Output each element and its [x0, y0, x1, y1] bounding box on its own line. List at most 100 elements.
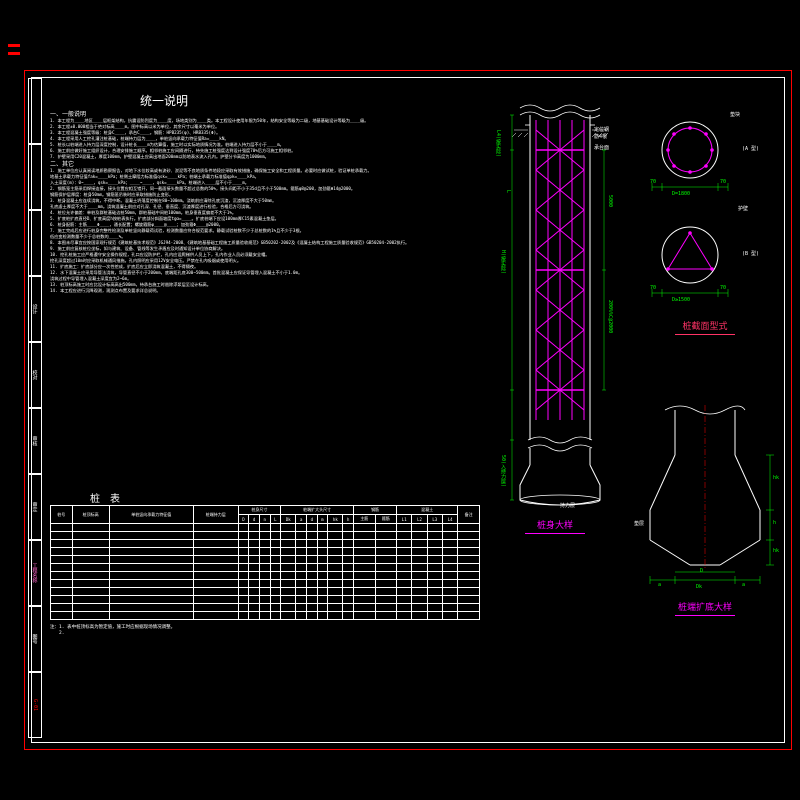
table-cell — [317, 564, 328, 572]
table-cell — [354, 604, 376, 612]
table-cell — [354, 564, 376, 572]
table-cell — [412, 524, 427, 532]
pile-body-underline — [525, 533, 585, 534]
pile-table: 桩号桩顶标高单桩竖向承载力特征值桩端持力层桩身尺寸桩端扩大头尺寸钢筋混凝土备注 … — [50, 505, 480, 620]
dim-hk2: hk — [773, 548, 779, 554]
table-cell — [412, 612, 427, 620]
table-cell — [270, 556, 281, 564]
table-cell — [442, 556, 457, 564]
table-header-top: 桩端扩大头尺寸 — [281, 506, 354, 515]
dim-L: L — [505, 190, 511, 193]
table-cell — [249, 564, 260, 572]
table-cell — [259, 572, 270, 580]
titleblock-cell-0 — [28, 78, 42, 144]
table-cell — [72, 588, 109, 596]
table-cell — [412, 604, 427, 612]
table-cell — [259, 596, 270, 604]
drawing-pile-elevation: L4(按实际) H(按实际) L 50(入持力层) 定位钢筋4根 承台面 500… — [500, 100, 610, 535]
dim-c2b: 70 — [720, 285, 726, 291]
table-cell — [193, 556, 238, 564]
note-line: 14. 本工程应进行沉降观测，观测点布置及要求详总说明。 — [50, 288, 480, 294]
table-header-sub: 箍筋 — [375, 515, 397, 524]
table-cell — [281, 564, 296, 572]
table-cell — [193, 548, 238, 556]
table-cell — [51, 540, 73, 548]
table-header-top: 钢筋 — [354, 506, 397, 515]
titleblock-cell-4: 校对 — [28, 342, 42, 408]
table-cell — [442, 588, 457, 596]
table-cell — [317, 604, 328, 612]
table-cell — [306, 524, 317, 532]
table-cell — [328, 556, 343, 564]
dim-L4: L4(按实际) — [495, 130, 502, 157]
table-cell — [296, 556, 307, 564]
label-tie: 持力层 — [560, 502, 575, 509]
table-cell — [109, 612, 193, 620]
table-cell — [51, 532, 73, 540]
table-cell — [306, 604, 317, 612]
table-cell — [306, 612, 317, 620]
table-cell — [354, 588, 376, 596]
table-cell — [328, 524, 343, 532]
dim-H: H(按实际) — [500, 250, 507, 274]
titleblock-cell-1 — [28, 144, 42, 210]
table-cell — [442, 596, 457, 604]
table-cell — [442, 532, 457, 540]
label-casing2: 护壁 — [738, 205, 748, 212]
table-cell — [306, 564, 317, 572]
table-cell — [72, 556, 109, 564]
table-cell — [397, 564, 412, 572]
table-cell — [281, 588, 296, 596]
table-cell — [427, 612, 442, 620]
table-cell — [354, 556, 376, 564]
table-cell — [296, 580, 307, 588]
table-cell — [458, 612, 480, 620]
dim-c1: 70 — [650, 179, 656, 185]
table-cell — [328, 588, 343, 596]
table-header-sub: d — [249, 515, 260, 524]
table-cell — [375, 540, 397, 548]
table-cell — [281, 572, 296, 580]
table-cell — [270, 596, 281, 604]
table-cell — [51, 564, 73, 572]
table-cell — [109, 540, 193, 548]
red-mark-2 — [8, 52, 20, 55]
bell-underline — [675, 615, 735, 616]
table-header-top: 桩号 — [51, 506, 73, 524]
table-cell — [354, 596, 376, 604]
table-cell — [427, 556, 442, 564]
table-cell — [397, 556, 412, 564]
table-row — [51, 604, 480, 612]
table-cell — [51, 572, 73, 580]
table-cell — [375, 524, 397, 532]
table-cell — [238, 580, 249, 588]
table-cell — [259, 580, 270, 588]
table-cell — [427, 532, 442, 540]
label-spacer: 垫块 — [730, 111, 740, 118]
table-cell — [306, 588, 317, 596]
table-cell — [281, 532, 296, 540]
table-header-sub: D — [238, 515, 249, 524]
table-cell — [72, 572, 109, 580]
table-cell — [193, 532, 238, 540]
table-cell — [328, 572, 343, 580]
table-cell — [354, 540, 376, 548]
table-cell — [458, 572, 480, 580]
table-cell — [412, 588, 427, 596]
table-cell — [442, 524, 457, 532]
table-cell — [317, 540, 328, 548]
table-cell — [343, 540, 354, 548]
table-cell — [296, 588, 307, 596]
sec-a: (A 型) — [742, 145, 759, 152]
table-cell — [427, 572, 442, 580]
table-cell — [259, 524, 270, 532]
table-cell — [259, 564, 270, 572]
table-cell — [281, 556, 296, 564]
table-cell — [109, 580, 193, 588]
table-cell — [270, 604, 281, 612]
table-header-sub: hk — [328, 515, 343, 524]
dim-5000: 5000 — [607, 195, 613, 207]
table-cell — [427, 524, 442, 532]
table-cell — [270, 612, 281, 620]
table-cell — [458, 580, 480, 588]
